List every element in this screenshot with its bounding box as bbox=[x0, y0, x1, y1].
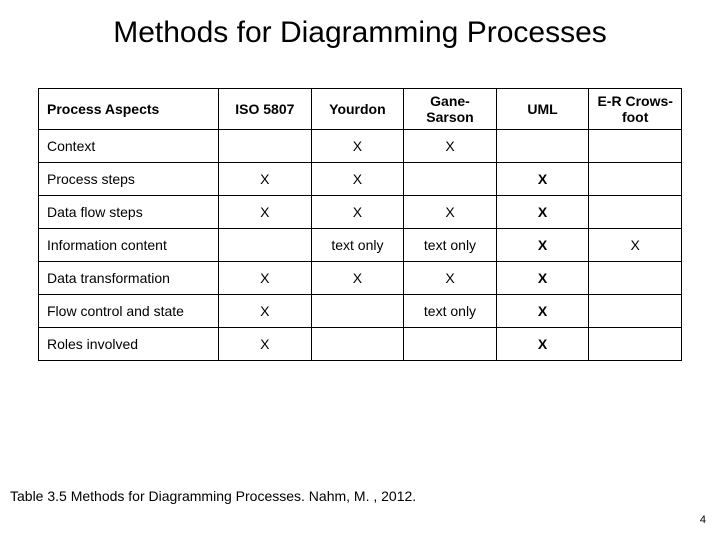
cell bbox=[311, 327, 404, 360]
cell: X bbox=[311, 129, 404, 162]
cell bbox=[589, 261, 682, 294]
table-row: Information content text only text only … bbox=[39, 228, 682, 261]
aspect-label: Context bbox=[39, 129, 219, 162]
cell: X bbox=[404, 129, 497, 162]
table-header-row: Process Aspects ISO 5807 Yourdon Gane-Sa… bbox=[39, 88, 682, 129]
cell bbox=[219, 129, 312, 162]
table-row: Process steps X X X bbox=[39, 162, 682, 195]
cell: X bbox=[496, 162, 589, 195]
cell: text only bbox=[311, 228, 404, 261]
aspect-label: Process steps bbox=[39, 162, 219, 195]
col-header-iso: ISO 5807 bbox=[219, 88, 312, 129]
table-body: Context X X Process steps X X X Data fl bbox=[39, 129, 682, 360]
cell: X bbox=[219, 195, 312, 228]
cell: X bbox=[496, 294, 589, 327]
cell: text only bbox=[404, 294, 497, 327]
table-caption: Table 3.5 Methods for Diagramming Proces… bbox=[10, 488, 416, 504]
cell: X bbox=[219, 261, 312, 294]
cell: X bbox=[219, 162, 312, 195]
page-number: 4 bbox=[700, 514, 706, 526]
cell: X bbox=[496, 261, 589, 294]
col-header-aspects: Process Aspects bbox=[39, 88, 219, 129]
cell: X bbox=[496, 327, 589, 360]
col-header-yourdon: Yourdon bbox=[311, 88, 404, 129]
aspect-label: Flow control and state bbox=[39, 294, 219, 327]
cell: X bbox=[219, 327, 312, 360]
table-row: Data flow steps X X X X bbox=[39, 195, 682, 228]
cell: X bbox=[496, 195, 589, 228]
table-container: Process Aspects ISO 5807 Yourdon Gane-Sa… bbox=[38, 88, 682, 361]
aspect-label: Data flow steps bbox=[39, 195, 219, 228]
cell: X bbox=[311, 261, 404, 294]
aspect-label: Information content bbox=[39, 228, 219, 261]
cell bbox=[404, 162, 497, 195]
cell: X bbox=[219, 294, 312, 327]
cell bbox=[311, 294, 404, 327]
cell: X bbox=[311, 162, 404, 195]
cell: X bbox=[311, 195, 404, 228]
cell bbox=[589, 195, 682, 228]
cell bbox=[589, 327, 682, 360]
methods-table: Process Aspects ISO 5807 Yourdon Gane-Sa… bbox=[38, 88, 682, 361]
slide: Methods for Diagramming Processes Proces… bbox=[0, 0, 720, 540]
cell bbox=[589, 294, 682, 327]
cell: X bbox=[496, 228, 589, 261]
cell bbox=[496, 129, 589, 162]
cell bbox=[219, 228, 312, 261]
table-row: Flow control and state X text only X bbox=[39, 294, 682, 327]
cell: X bbox=[404, 261, 497, 294]
cell bbox=[589, 162, 682, 195]
col-header-uml: UML bbox=[496, 88, 589, 129]
table-row: Data transformation X X X X bbox=[39, 261, 682, 294]
col-header-gane: Gane-Sarson bbox=[404, 88, 497, 129]
col-header-er: E-R Crows-foot bbox=[589, 88, 682, 129]
cell bbox=[404, 327, 497, 360]
cell: X bbox=[404, 195, 497, 228]
table-row: Roles involved X X bbox=[39, 327, 682, 360]
cell bbox=[589, 129, 682, 162]
aspect-label: Roles involved bbox=[39, 327, 219, 360]
table-row: Context X X bbox=[39, 129, 682, 162]
aspect-label: Data transformation bbox=[39, 261, 219, 294]
cell: X bbox=[589, 228, 682, 261]
slide-title: Methods for Diagramming Processes bbox=[0, 0, 720, 60]
cell: text only bbox=[404, 228, 497, 261]
